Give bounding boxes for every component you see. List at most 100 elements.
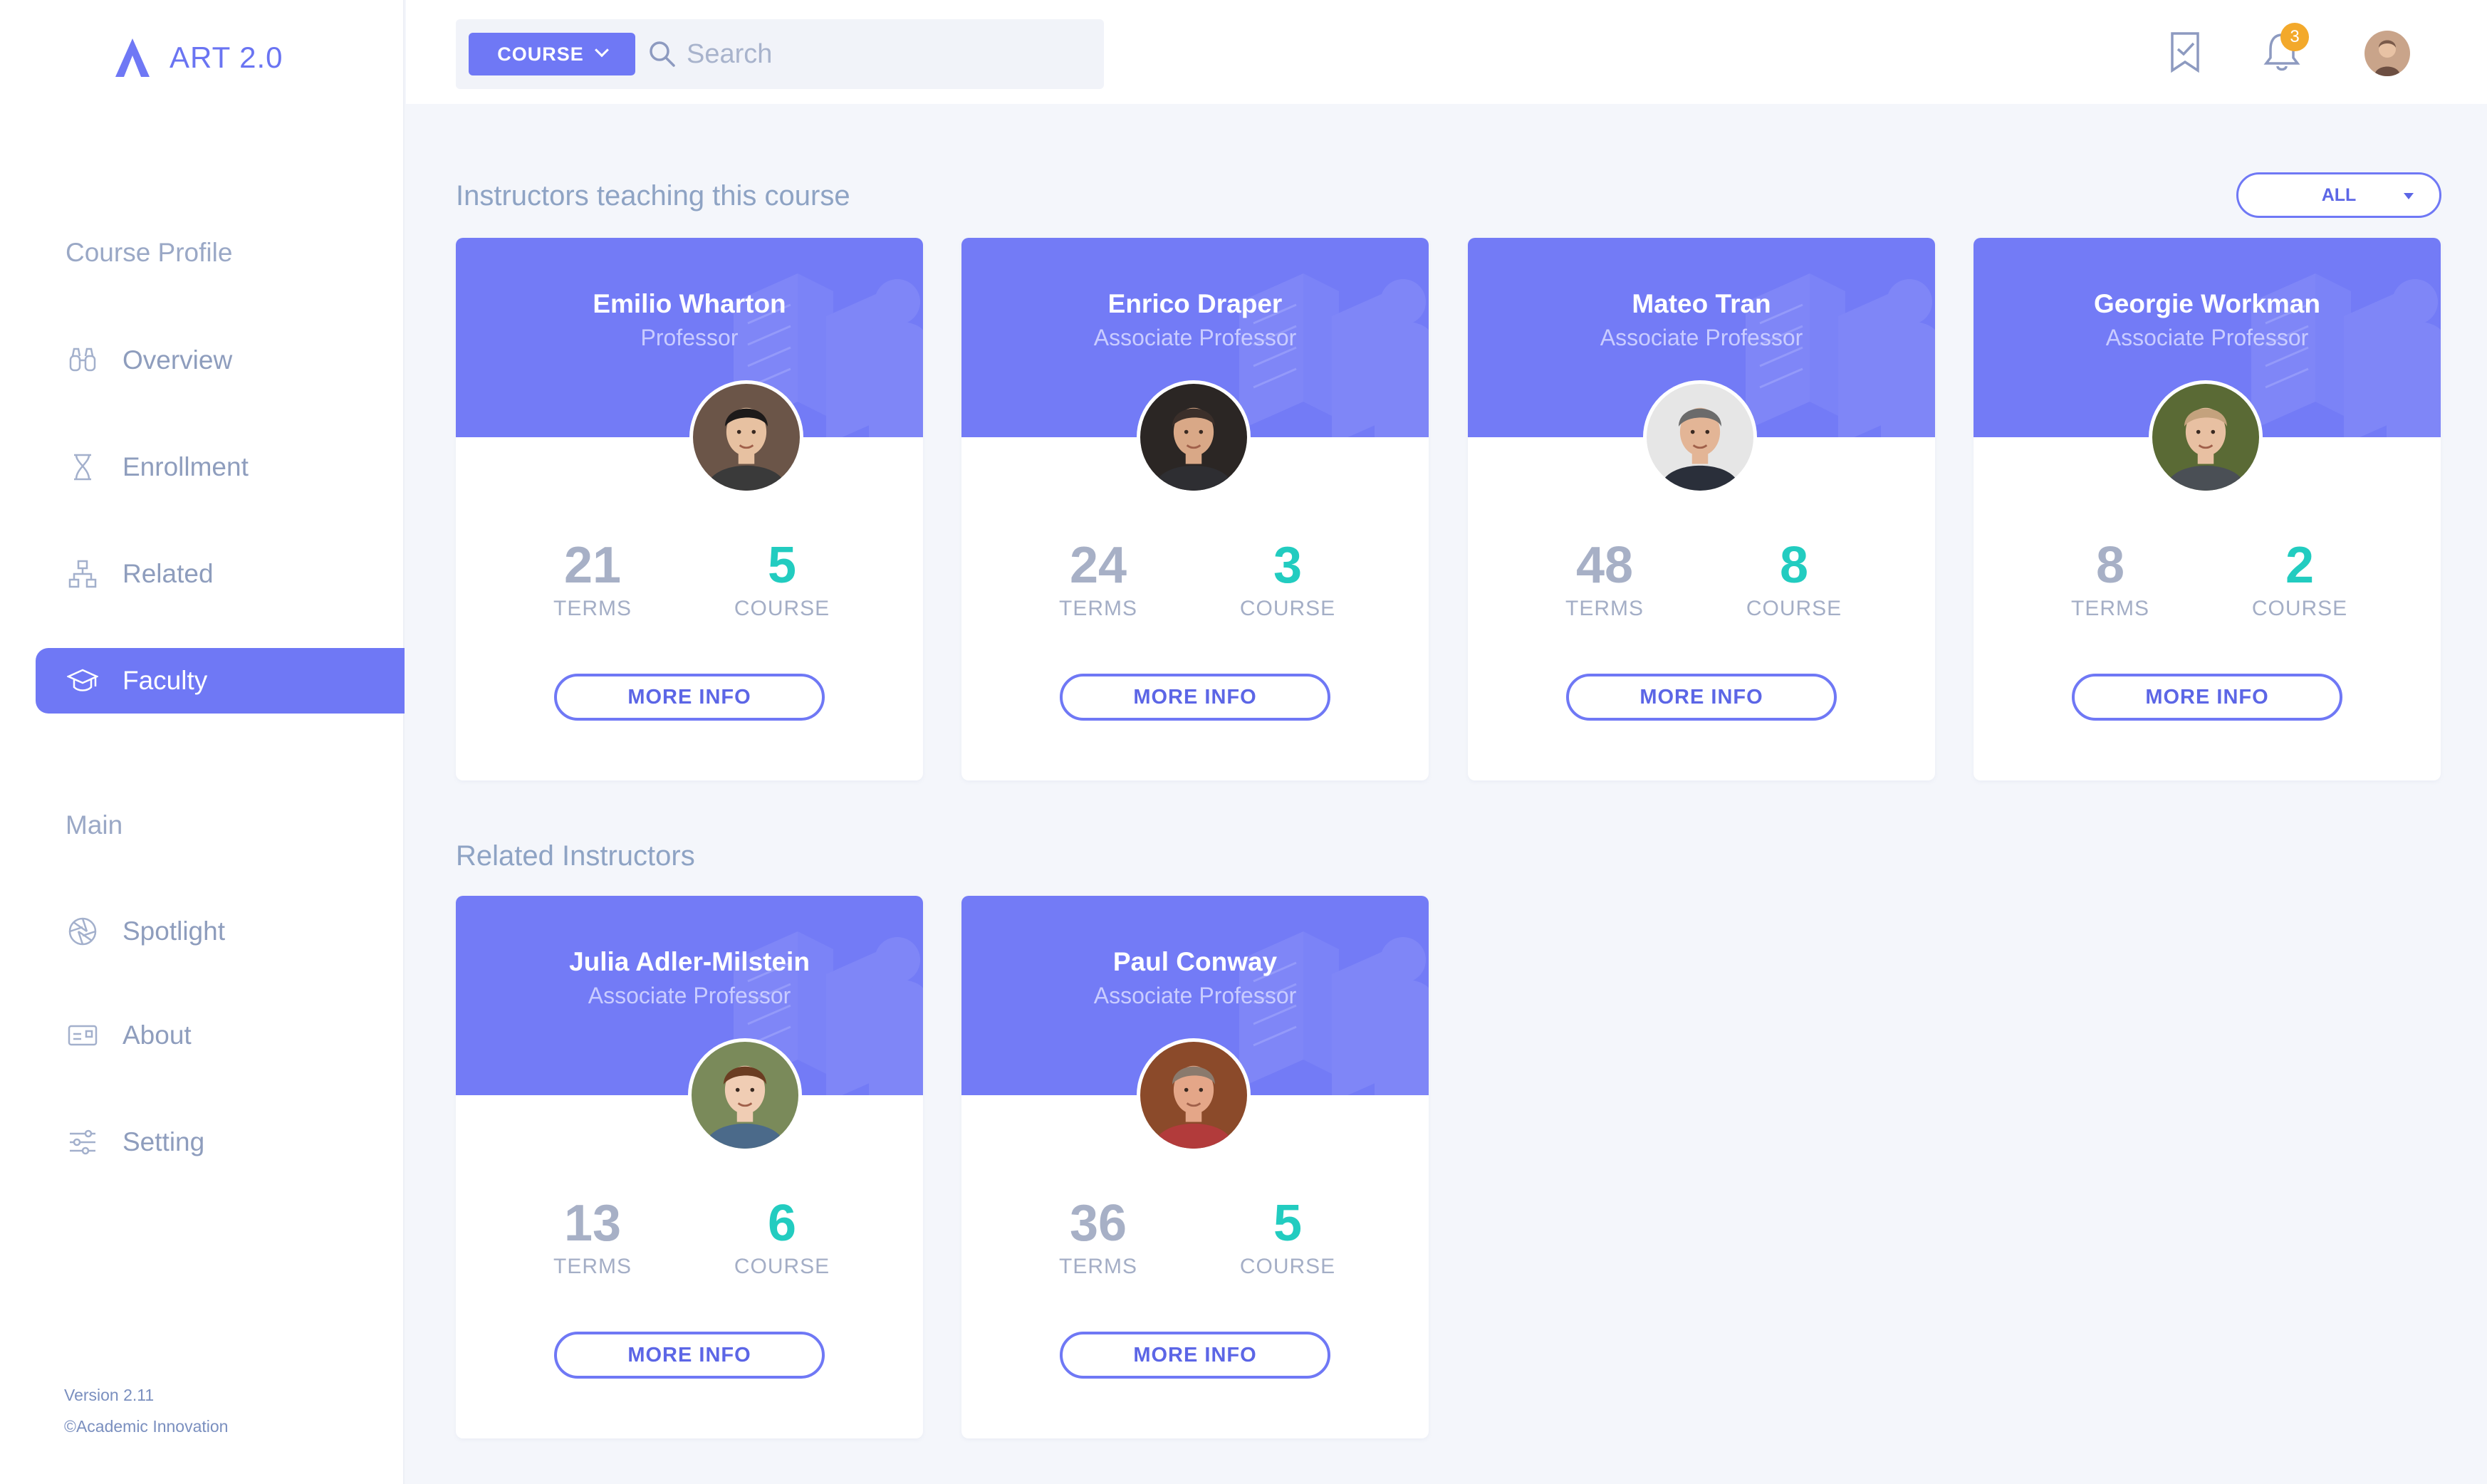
instructor-photo: [1137, 380, 1251, 494]
sidebar-item-label: Related: [122, 559, 214, 588]
course-count: 6: [767, 1195, 797, 1252]
terms-count: 8: [2095, 537, 2125, 594]
course-count: 2: [2285, 537, 2315, 594]
sidebar-item-spotlight[interactable]: Spotlight: [36, 899, 405, 964]
more-info-button[interactable]: MORE INFO: [1566, 674, 1837, 721]
course-count: 8: [1779, 537, 1809, 594]
instructor-role: Associate Professor: [1093, 983, 1297, 1008]
sidebar-item-label: Enrollment: [122, 452, 249, 481]
instructor-role: Professor: [640, 325, 739, 350]
course-stat: 3 COURSE: [1209, 537, 1366, 621]
course-count: 5: [767, 537, 797, 594]
instructor-role: Associate Professor: [588, 983, 791, 1008]
portrait-image: [692, 1042, 798, 1149]
course-label: COURSE: [1746, 597, 1842, 620]
chevron-down-icon: [594, 43, 609, 58]
instructor-name: Julia Adler-Milstein: [569, 947, 810, 976]
terms-count: 13: [563, 1195, 622, 1252]
more-info-button[interactable]: MORE INFO: [554, 1332, 825, 1379]
terms-stat: 13 TERMS: [514, 1195, 671, 1279]
course-scope-dropdown[interactable]: COURSE: [469, 33, 635, 75]
aperture-icon: [66, 914, 100, 949]
caret-down-icon: [2404, 193, 2414, 199]
copyright-text: ©Academic Innovation: [64, 1417, 229, 1436]
sliders-icon: [66, 1125, 100, 1159]
app-logo[interactable]: ART 2.0: [111, 36, 283, 80]
card-header: Emilio Wharton Professor: [456, 238, 923, 437]
id-card-icon: [66, 1018, 100, 1052]
terms-label: TERMS: [1059, 597, 1137, 620]
course-stat: 6 COURSE: [704, 1195, 860, 1279]
instructor-card-2: Enrico Draper Associate Professor 24 TER…: [961, 238, 1429, 780]
user-avatar[interactable]: [2365, 31, 2410, 76]
top-bar: COURSE 3: [406, 0, 2487, 104]
terms-stat: 21 TERMS: [514, 537, 671, 621]
filter-value: ALL: [2321, 184, 2357, 205]
instructor-photo: [688, 1038, 802, 1152]
terms-count: 21: [563, 537, 622, 594]
sidebar-item-overview[interactable]: Overview: [36, 328, 405, 393]
instructor-role: Associate Professor: [2105, 325, 2309, 350]
portrait-image: [2152, 384, 2259, 491]
more-info-button[interactable]: MORE INFO: [1060, 1332, 1330, 1379]
terms-stat: 8 TERMS: [2032, 537, 2189, 621]
terms-label: TERMS: [553, 597, 632, 620]
course-label: COURSE: [1239, 1255, 1336, 1278]
instructor-card-3: Mateo Tran Associate Professor 48 TERMS …: [1468, 238, 1935, 780]
course-label: COURSE: [734, 597, 830, 620]
instructor-role: Associate Professor: [1093, 325, 1297, 350]
instructor-name: Georgie Workman: [2093, 289, 2320, 318]
instructor-photo: [689, 380, 803, 494]
course-count: 3: [1273, 537, 1303, 594]
sidebar-item-label: Overview: [122, 345, 233, 375]
instructor-name: Enrico Draper: [1107, 289, 1283, 318]
sidebar-item-enrollment[interactable]: Enrollment: [36, 434, 405, 500]
app-title: ART 2.0: [170, 41, 283, 74]
course-stat: 2 COURSE: [2221, 537, 2378, 621]
portrait-image: [1140, 384, 1247, 491]
sitemap-icon: [66, 557, 100, 591]
portrait-image: [1140, 1042, 1247, 1149]
terms-count: 36: [1069, 1195, 1127, 1252]
hourglass-icon: [66, 450, 100, 484]
sidebar-item-label: About: [122, 1020, 192, 1050]
instructor-photo: [2149, 380, 2263, 494]
course-label: COURSE: [2251, 597, 2348, 620]
instructor-photo: [1137, 1038, 1251, 1152]
binoculars-icon: [66, 343, 100, 377]
sidebar-item-label: Faculty: [122, 666, 208, 695]
search-input[interactable]: [687, 38, 1085, 70]
more-info-button[interactable]: MORE INFO: [1060, 674, 1330, 721]
course-scope-label: COURSE: [497, 43, 584, 65]
course-stat: 5 COURSE: [1209, 1195, 1366, 1279]
version-text: Version 2.11: [64, 1386, 155, 1404]
sidebar-item-label: Setting: [122, 1127, 205, 1156]
sidebar: ART 2.0 Course Profile Overview Enrollme…: [0, 0, 405, 1484]
terms-label: TERMS: [553, 1255, 632, 1278]
notifications-button[interactable]: 3: [2259, 23, 2309, 75]
sidebar-item-faculty[interactable]: Faculty: [36, 648, 405, 714]
instructor-role: Associate Professor: [1600, 325, 1803, 350]
section-label-course-profile: Course Profile: [66, 238, 233, 267]
instructor-name: Paul Conway: [1112, 947, 1278, 976]
sidebar-item-about[interactable]: About: [36, 1003, 405, 1068]
sidebar-item-related[interactable]: Related: [36, 541, 405, 607]
instructor-name: Mateo Tran: [1632, 289, 1771, 318]
course-count: 5: [1273, 1195, 1303, 1252]
instructor-name: Emilio Wharton: [593, 289, 786, 318]
terms-label: TERMS: [2071, 597, 2149, 620]
more-info-button[interactable]: MORE INFO: [554, 674, 825, 721]
bookmark-button[interactable]: [2162, 28, 2208, 75]
related-section-title: Related Instructors: [456, 840, 695, 872]
search-bar: COURSE: [456, 19, 1104, 89]
terms-count: 48: [1575, 537, 1634, 594]
card-header: Julia Adler-Milstein Associate Professor: [456, 896, 923, 1095]
more-info-button[interactable]: MORE INFO: [2072, 674, 2342, 721]
graduation-cap-icon: [66, 664, 100, 698]
user-avatar-image: [2365, 31, 2410, 76]
instructor-photo: [1643, 380, 1757, 494]
sidebar-item-setting[interactable]: Setting: [36, 1109, 405, 1175]
filter-dropdown[interactable]: ALL: [2236, 172, 2441, 218]
course-label: COURSE: [734, 1255, 830, 1278]
section-label-main: Main: [66, 810, 123, 840]
